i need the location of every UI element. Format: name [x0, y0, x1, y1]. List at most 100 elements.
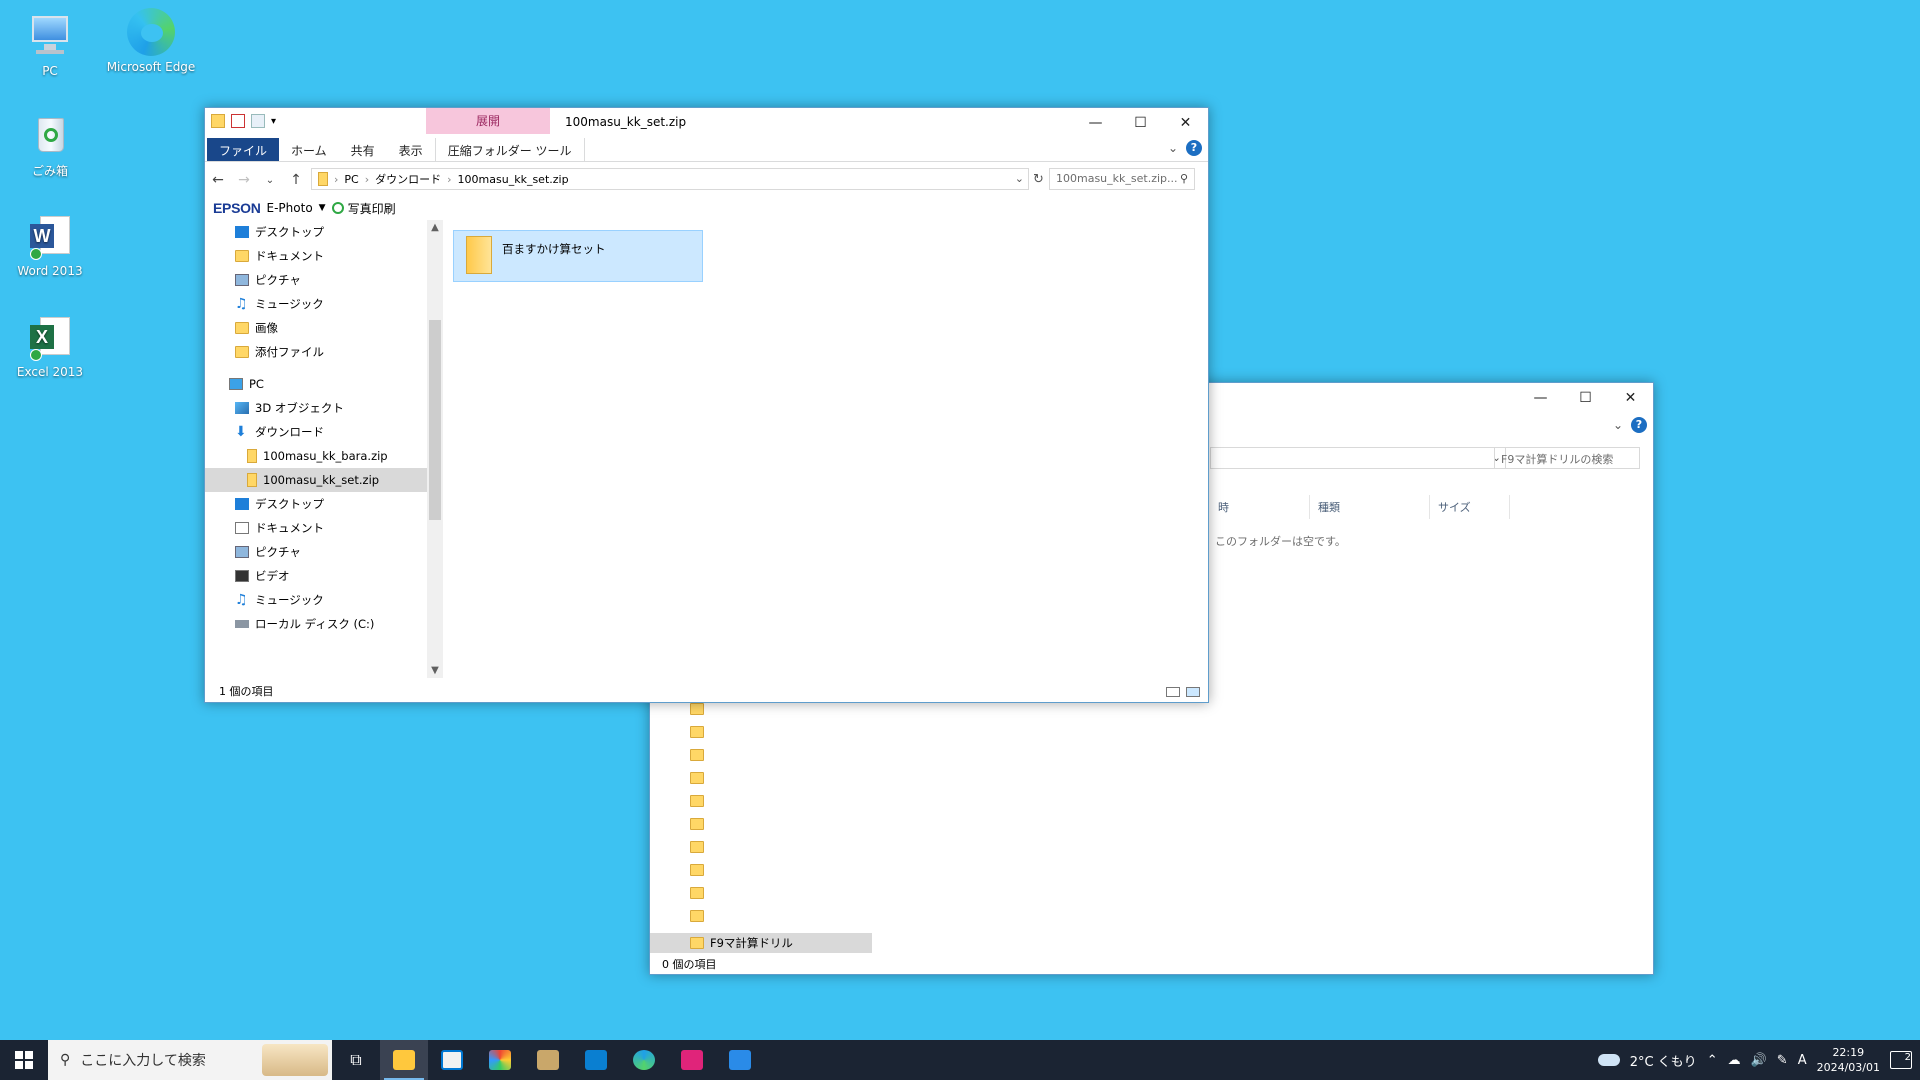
nav-item-selected[interactable]: F9マ計算ドリル	[650, 933, 872, 953]
search-input[interactable]: 100masu_kk_set.zip... ⚲	[1049, 168, 1195, 190]
folder-icon[interactable]	[690, 841, 704, 853]
close-button[interactable]: ✕	[1163, 108, 1208, 138]
desktop-icon-pc[interactable]: PC	[0, 12, 100, 78]
chevron-down-icon[interactable]: ⌄	[257, 175, 283, 186]
desktop-icon-edge[interactable]: Microsoft Edge	[101, 8, 201, 74]
maximize-button[interactable]: ☐	[1118, 108, 1163, 138]
nav-item-documents[interactable]: ドキュメント	[205, 516, 427, 540]
context-tab-extract[interactable]: 展開	[426, 108, 550, 134]
chevron-right-icon[interactable]: ›	[334, 173, 338, 186]
chevron-down-icon[interactable]: ▾	[271, 116, 276, 127]
tab-view[interactable]: 表示	[387, 138, 435, 161]
start-button[interactable]	[0, 1040, 48, 1080]
ime-icon[interactable]: A	[1798, 1053, 1807, 1068]
maximize-button[interactable]: ☐	[1563, 383, 1608, 413]
chevron-down-icon[interactable]: ⌄	[1168, 141, 1178, 155]
folder-icon[interactable]	[690, 910, 704, 922]
pen-icon[interactable]: ✎	[1777, 1053, 1788, 1068]
chevron-down-icon[interactable]: ⌄	[1613, 418, 1623, 432]
nav-item-downloads[interactable]: ⬇ ダウンロード	[205, 420, 427, 444]
volume-icon[interactable]: 🔊	[1751, 1053, 1767, 1068]
new-folder-icon[interactable]	[251, 114, 265, 128]
taskbar-search-box[interactable]: ⚲ ここに入力して検索	[48, 1040, 332, 1080]
nav-item-desktop[interactable]: デスクトップ	[205, 220, 427, 244]
taskbar-hpb[interactable]	[668, 1040, 716, 1080]
task-view-button[interactable]: ⧉	[332, 1040, 380, 1080]
column-header-type[interactable]: 種類	[1310, 495, 1430, 519]
search-icon[interactable]: ⚲	[1180, 172, 1188, 185]
clock[interactable]: 22:19 2024/03/01	[1817, 1045, 1880, 1075]
nav-item-documents[interactable]: ドキュメント	[205, 244, 427, 268]
taskbar-store[interactable]	[428, 1040, 476, 1080]
taskbar-file-explorer[interactable]	[380, 1040, 428, 1080]
nav-item-pc[interactable]: PC	[205, 372, 427, 396]
nav-item-zip-bara[interactable]: 100masu_kk_bara.zip	[205, 444, 427, 468]
column-header-date[interactable]: 時	[1210, 495, 1310, 519]
help-icon[interactable]: ?	[1631, 417, 1647, 433]
address-bar[interactable]: › PC › ダウンロード › 100masu_kk_set.zip ⌄	[311, 168, 1029, 190]
folder-icon[interactable]	[690, 703, 704, 715]
close-button[interactable]: ✕	[1608, 383, 1653, 413]
folder-icon[interactable]	[690, 818, 704, 830]
nav-item-local-disk[interactable]: ローカル ディスク (C:)	[205, 612, 427, 636]
nav-item-3d-objects[interactable]: 3D オブジェクト	[205, 396, 427, 420]
nav-item-pictures[interactable]: ピクチャ	[205, 540, 427, 564]
taskbar-photo-app[interactable]	[524, 1040, 572, 1080]
refresh-icon[interactable]: ↻	[1033, 172, 1044, 187]
taskbar-paint[interactable]	[476, 1040, 524, 1080]
network-icon[interactable]: ☁	[1728, 1053, 1741, 1068]
folder-icon[interactable]	[690, 864, 704, 876]
ephoto-button[interactable]: E-Photo	[267, 201, 313, 215]
desktop-icon-excel[interactable]: X Excel 2013	[0, 313, 100, 379]
desktop-icon-word[interactable]: W Word 2013	[0, 212, 100, 278]
up-arrow-icon[interactable]: ↑	[283, 172, 309, 188]
taskbar-edge[interactable]	[620, 1040, 668, 1080]
desktop-icon-recycle-bin[interactable]: ごみ箱	[0, 110, 100, 179]
explorer-window-front[interactable]: ▾ 展開 100masu_kk_set.zip — ☐ ✕ ファイル ホーム 共…	[204, 107, 1209, 703]
minimize-button[interactable]: —	[1073, 108, 1118, 138]
folder-icon[interactable]	[690, 749, 704, 761]
notification-icon[interactable]: 2	[1890, 1051, 1912, 1069]
nav-item-desktop[interactable]: デスクトップ	[205, 492, 427, 516]
chevron-right-icon[interactable]: ›	[365, 173, 369, 186]
scroll-up-icon[interactable]: ▲	[427, 222, 443, 233]
tab-file[interactable]: ファイル	[207, 138, 280, 161]
cloud-icon[interactable]	[1597, 1054, 1620, 1066]
minimize-button[interactable]: —	[1518, 383, 1563, 413]
taskbar-mail[interactable]	[572, 1040, 620, 1080]
large-icons-view-icon[interactable]	[1186, 687, 1200, 697]
file-item[interactable]: 百ますかけ算セット	[453, 230, 703, 282]
back-arrow-icon[interactable]: ←	[205, 172, 231, 188]
folder-icon[interactable]	[690, 887, 704, 899]
scrollbar-thumb[interactable]	[429, 320, 441, 520]
chevron-right-icon[interactable]: ›	[447, 173, 451, 186]
weather-text[interactable]: 2°C くもり	[1630, 1051, 1697, 1070]
chevron-up-icon[interactable]: ⌃	[1707, 1053, 1718, 1068]
nav-item-videos[interactable]: ビデオ	[205, 564, 427, 588]
search-input[interactable]: F9マ計算ドリルの検索	[1494, 447, 1640, 469]
nav-item-music[interactable]: ♫ ミュージック	[205, 292, 427, 316]
tab-home[interactable]: ホーム	[279, 138, 339, 161]
properties-icon[interactable]	[231, 114, 245, 128]
nav-item-music[interactable]: ♫ ミュージック	[205, 588, 427, 612]
folder-icon[interactable]	[690, 772, 704, 784]
nav-item-zip-set[interactable]: 100masu_kk_set.zip	[205, 468, 427, 492]
photo-print-button[interactable]: 写真印刷	[331, 200, 396, 217]
scroll-down-icon[interactable]: ▼	[427, 665, 443, 676]
column-header-size[interactable]: サイズ	[1430, 495, 1510, 519]
tab-compressed-folder-tools[interactable]: 圧縮フォルダー ツール	[434, 138, 585, 161]
nav-item-attachments[interactable]: 添付ファイル	[205, 340, 427, 364]
help-icon[interactable]: ?	[1186, 140, 1202, 156]
caret-down-icon[interactable]: ▼	[319, 203, 326, 213]
breadcrumb-downloads[interactable]: ダウンロード	[375, 171, 441, 187]
forward-arrow-icon[interactable]: →	[231, 172, 257, 188]
nav-item-images[interactable]: 画像	[205, 316, 427, 340]
folder-icon[interactable]	[690, 795, 704, 807]
address-bar[interactable]: ⌄	[1210, 447, 1506, 469]
chevron-down-icon[interactable]: ⌄	[1015, 172, 1024, 185]
nav-item-pictures[interactable]: ピクチャ	[205, 268, 427, 292]
nav-scrollbar[interactable]: ▲ ▼	[427, 220, 443, 678]
breadcrumb-zip[interactable]: 100masu_kk_set.zip	[458, 173, 569, 186]
breadcrumb-pc[interactable]: PC	[344, 173, 358, 186]
taskbar-photos[interactable]	[716, 1040, 764, 1080]
